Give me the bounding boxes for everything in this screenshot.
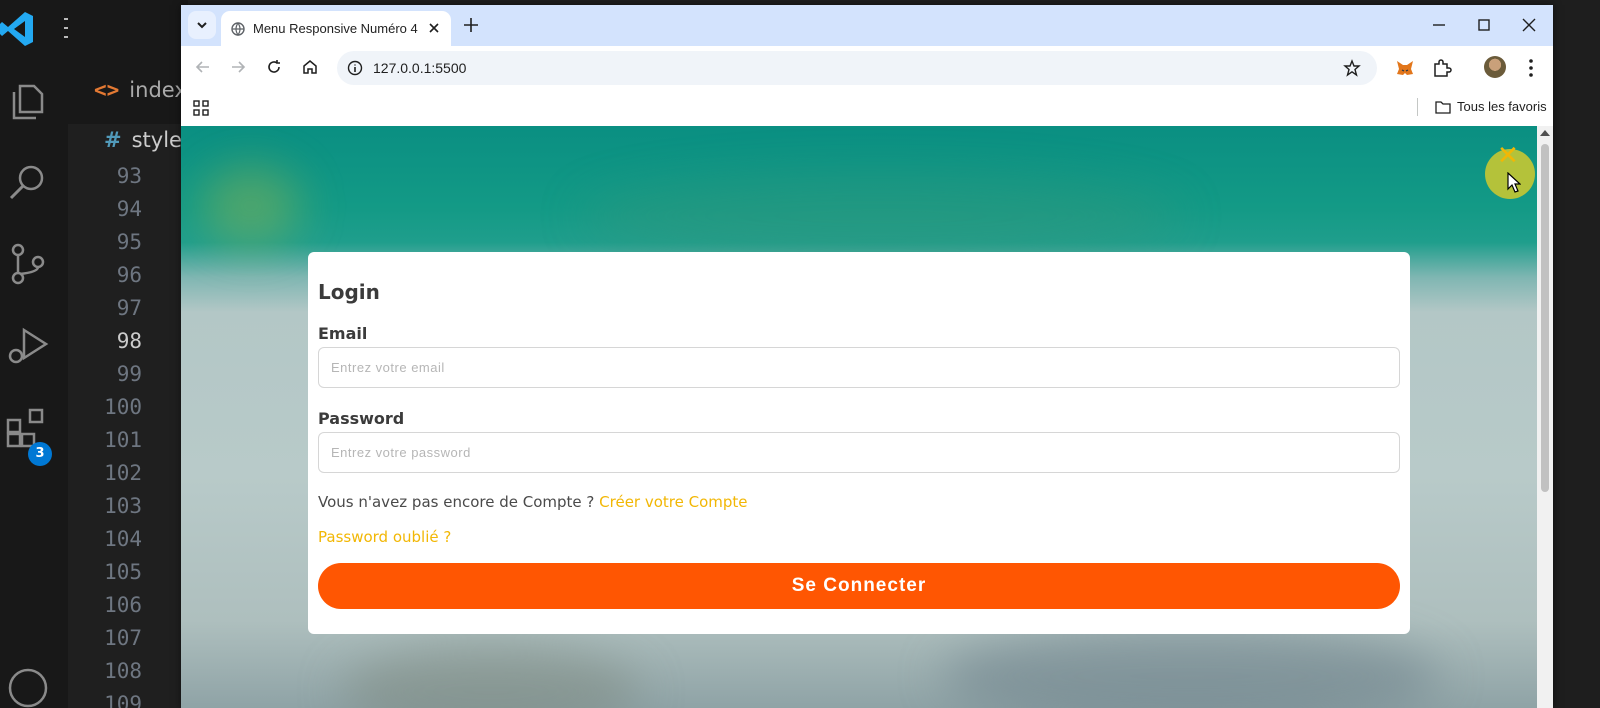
all-bookmarks-label: Tous les favoris xyxy=(1457,99,1547,114)
browser-window: Menu Responsive Numéro 4 127.0.0.1:5500 xyxy=(181,5,1553,708)
bookmarks-separator xyxy=(1417,98,1418,116)
browser-tab-active[interactable]: Menu Responsive Numéro 4 xyxy=(221,11,451,46)
folder-icon xyxy=(1435,101,1451,114)
line-number: 95 xyxy=(116,230,142,254)
line-number: 101 xyxy=(104,428,142,452)
extensions-puzzle-icon[interactable] xyxy=(1431,57,1453,79)
line-number: 96 xyxy=(116,263,142,287)
web-page: ✕ Login Email Password Vous n'avez pas e… xyxy=(181,126,1537,708)
search-icon[interactable] xyxy=(6,160,50,204)
line-number: 108 xyxy=(104,659,142,683)
forgot-password-link[interactable]: Password oublié ? xyxy=(318,528,451,546)
password-input[interactable] xyxy=(318,432,1400,473)
close-icon[interactable]: ✕ xyxy=(1497,141,1519,171)
extensions-badge: 3 xyxy=(28,442,52,466)
mouse-cursor-icon xyxy=(1507,172,1521,193)
back-arrow-icon[interactable] xyxy=(193,57,213,77)
url-text: 127.0.0.1:5500 xyxy=(373,60,467,76)
html-file-icon: <> xyxy=(94,78,120,102)
background-blur xyxy=(201,166,301,246)
bookmark-star-icon[interactable] xyxy=(1343,59,1361,77)
line-number: 100 xyxy=(104,395,142,419)
background-blur xyxy=(941,626,1441,708)
login-title: Login xyxy=(318,280,380,304)
profile-avatar[interactable] xyxy=(1484,56,1506,78)
background-blur xyxy=(581,176,1181,256)
bookmarks-bar: Tous les favoris xyxy=(181,88,1553,126)
css-file-icon: # xyxy=(104,128,122,152)
line-number: 106 xyxy=(104,593,142,617)
line-number-gutter: 93 94 95 96 97 98 99 100 101 102 103 104 105 106 107 10… xyxy=(90,160,142,708)
source-control-icon[interactable] xyxy=(6,242,50,286)
email-label: Email xyxy=(318,324,368,343)
signup-prompt: Vous n'avez pas encore de Compte ? Créer… xyxy=(318,493,748,511)
globe-icon xyxy=(231,22,245,36)
vscode-tab-strip xyxy=(68,0,188,126)
tab-search-button[interactable] xyxy=(188,11,216,39)
screen: 3 <> index. # style. 93 94 95 96 97 98 99 100 101 1… xyxy=(0,0,1600,708)
maximize-icon[interactable] xyxy=(1474,15,1494,35)
browser-titlebar: Menu Responsive Numéro 4 xyxy=(181,5,1553,46)
metamask-fox-icon[interactable] xyxy=(1394,57,1416,79)
vscode-activity-bar: 3 xyxy=(0,0,68,708)
signup-text: Vous n'avez pas encore de Compte ? xyxy=(318,493,595,511)
line-number: 98 xyxy=(116,329,142,353)
login-submit-button[interactable]: Se Connecter xyxy=(318,563,1400,609)
vscode-tab-index[interactable]: <> index. xyxy=(94,78,193,102)
new-tab-icon[interactable] xyxy=(461,15,481,35)
line-number: 97 xyxy=(116,296,142,320)
background-blur xyxy=(341,646,641,708)
page-scrollbar[interactable] xyxy=(1537,126,1553,708)
forward-arrow-icon[interactable] xyxy=(228,57,248,77)
login-card: Login Email Password Vous n'avez pas enc… xyxy=(308,252,1410,634)
address-bar[interactable]: 127.0.0.1:5500 xyxy=(337,51,1377,85)
line-number: 107 xyxy=(104,626,142,650)
site-info-icon[interactable] xyxy=(347,60,363,76)
chevron-down-icon xyxy=(197,22,207,29)
line-number: 102 xyxy=(104,461,142,485)
scroll-thumb[interactable] xyxy=(1541,144,1549,492)
line-number: 94 xyxy=(116,197,142,221)
all-bookmarks-button[interactable]: Tous les favoris xyxy=(1435,99,1547,114)
password-label: Password xyxy=(318,409,405,428)
account-icon[interactable] xyxy=(6,664,50,708)
browser-toolbar: 127.0.0.1:5500 xyxy=(181,46,1553,88)
line-number: 104 xyxy=(104,527,142,551)
tab-title: Menu Responsive Numéro 4 xyxy=(253,21,418,36)
tab-close-icon[interactable] xyxy=(425,19,443,37)
more-menu-icon[interactable] xyxy=(1520,57,1542,79)
minimize-icon[interactable] xyxy=(1429,15,1449,35)
home-icon[interactable] xyxy=(300,57,320,77)
line-number: 99 xyxy=(116,362,142,386)
scroll-up-arrow-icon[interactable] xyxy=(1540,130,1550,136)
window-close-icon[interactable] xyxy=(1519,15,1539,35)
line-number: 109 xyxy=(104,692,142,708)
line-number: 103 xyxy=(104,494,142,518)
email-input[interactable] xyxy=(318,347,1400,388)
line-number: 105 xyxy=(104,560,142,584)
vscode-logo-icon xyxy=(0,12,33,46)
line-number: 93 xyxy=(116,164,142,188)
explorer-icon[interactable] xyxy=(6,78,50,122)
reload-icon[interactable] xyxy=(264,57,284,77)
apps-grid-icon[interactable] xyxy=(193,100,209,116)
create-account-link[interactable]: Créer votre Compte xyxy=(599,493,747,511)
run-debug-icon[interactable] xyxy=(6,324,50,368)
vscode-tab-style[interactable]: # style. xyxy=(104,128,189,152)
